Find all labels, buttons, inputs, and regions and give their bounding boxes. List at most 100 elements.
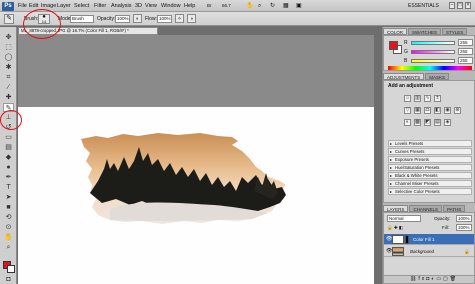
quick-mask-icon[interactable]: ◘ [3, 275, 14, 284]
preset-selective-color[interactable]: Selective Color Presets [388, 188, 472, 195]
color-balance-icon[interactable]: ⚖ [424, 107, 431, 114]
blur-icon[interactable]: ◆ [3, 153, 14, 162]
menu-select[interactable]: Select [74, 2, 89, 10]
marquee-icon[interactable]: ⬚ [3, 43, 14, 52]
path-selection-icon[interactable]: ➤ [3, 193, 14, 202]
tab-channels[interactable]: CHANNELS [409, 205, 442, 212]
levels-icon[interactable]: ▥ [414, 95, 421, 102]
hand-icon[interactable]: ✋ [3, 233, 14, 242]
minimize-button[interactable]: – [449, 2, 455, 9]
layer-row[interactable]: 👁 Background 🔒 [384, 246, 474, 257]
move-icon[interactable]: ✥ [3, 33, 14, 42]
trash-icon[interactable]: 🗑 [450, 276, 458, 282]
tab-styles[interactable]: STYLES [442, 28, 468, 35]
quick-selection-icon[interactable]: ✱ [3, 63, 14, 72]
new-layer-icon[interactable]: ▢ [443, 276, 450, 282]
crop-icon[interactable]: ⌗ [3, 73, 14, 82]
exposure-icon[interactable]: ± [434, 95, 441, 102]
arrange-documents-icon[interactable]: ▦ [283, 2, 289, 10]
eyedropper-icon[interactable]: ⁄ [3, 83, 14, 92]
red-value[interactable]: 255 [458, 39, 473, 46]
blue-value[interactable]: 255 [458, 57, 473, 64]
dodge-icon[interactable]: ● [3, 163, 14, 172]
gradient-map-icon[interactable]: ▤ [434, 119, 441, 126]
brightness-contrast-icon[interactable]: ☼ [404, 95, 411, 102]
menu-view[interactable]: View [145, 2, 157, 10]
rotate-view-icon[interactable]: ↻ [270, 2, 275, 10]
layer-fill-field[interactable]: 100% [456, 224, 472, 231]
selective-color-icon[interactable]: ◈ [444, 119, 451, 126]
background-color-swatch[interactable] [7, 265, 15, 273]
pen-pressure-size-icon[interactable]: ◑ [187, 14, 196, 23]
black-white-icon[interactable]: ◧ [434, 107, 441, 114]
menu-layer[interactable]: Layer [57, 2, 71, 10]
eye-icon[interactable]: 👁 [386, 237, 392, 242]
shape-icon[interactable]: ■ [3, 203, 14, 212]
document-canvas[interactable] [18, 107, 374, 284]
3d-orbit-icon[interactable]: ⊙ [3, 223, 14, 232]
workspace-switcher[interactable]: ESSENTIALS [408, 2, 439, 10]
airbrush-icon[interactable]: ✧ [175, 14, 184, 23]
blue-slider[interactable] [411, 59, 455, 63]
menu-file[interactable]: File [18, 2, 27, 10]
close-button[interactable]: × [465, 2, 471, 9]
adjustments-panel: Add an adjustment ☼ ▥ ∿ ± ▽ ▦ ⚖ ◧ ◉ ⊛ ◐ … [383, 80, 475, 203]
photo-filter-icon[interactable]: ◉ [444, 107, 451, 114]
menu-help[interactable]: Help [184, 2, 195, 10]
green-slider[interactable] [411, 50, 455, 54]
tab-paths[interactable]: PATHS [442, 205, 466, 212]
brush-tool-icon[interactable]: ✎ [4, 14, 14, 24]
hand-icon[interactable]: ✋ [246, 2, 253, 10]
pen-pressure-opacity-icon[interactable]: ◐ [133, 14, 142, 23]
preset-exposure[interactable]: Exposure Presets [388, 156, 472, 163]
lasso-icon[interactable]: ◯ [3, 53, 14, 62]
preset-curves[interactable]: Curves Presets [388, 148, 472, 155]
maximize-button[interactable]: □ [457, 2, 463, 9]
color-ramp[interactable] [388, 66, 472, 70]
preset-channel-mixer[interactable]: Channel Mixer Presets [388, 180, 472, 187]
lock-icons[interactable]: 🔒 ✚ ◧ [387, 225, 403, 231]
tab-swatches[interactable]: SWATCHES [408, 28, 442, 35]
curves-icon[interactable]: ∿ [424, 95, 431, 102]
eraser-icon[interactable]: ▭ [3, 133, 14, 142]
invert-icon[interactable]: ◐ [404, 119, 411, 126]
tab-masks[interactable]: MASKS [425, 73, 450, 80]
pen-icon[interactable]: ✒ [3, 173, 14, 182]
zoom-icon[interactable]: ⌕ [3, 243, 14, 252]
layer-opacity-field[interactable]: 100% [456, 215, 472, 222]
tab-layers[interactable]: LAYERS [383, 205, 409, 212]
tab-color[interactable]: COLOR [383, 28, 408, 35]
type-icon[interactable]: T [3, 183, 14, 192]
preset-hue-saturation[interactable]: Hue/Saturation Presets [388, 164, 472, 171]
preset-levels[interactable]: Levels Presets [388, 140, 472, 147]
vibrance-icon[interactable]: ▽ [404, 107, 411, 114]
gradient-icon[interactable]: ▤ [3, 143, 14, 152]
layer-thumbnail [392, 235, 404, 244]
menu-3d[interactable]: 3D [135, 2, 142, 10]
menu-filter[interactable]: Filter [94, 2, 106, 10]
layer-row[interactable]: 👁 Color Fill 1 [384, 234, 474, 245]
hue-saturation-icon[interactable]: ▦ [414, 107, 421, 114]
mode-dropdown[interactable]: Brush [70, 15, 94, 23]
preset-black-white[interactable]: Black & White Presets [388, 172, 472, 179]
healing-brush-icon[interactable]: ✚ [3, 93, 14, 102]
eye-icon[interactable]: 👁 [386, 249, 392, 254]
bridge-button[interactable]: Br [207, 2, 212, 10]
posterize-icon[interactable]: ▩ [414, 119, 421, 126]
tab-adjustments[interactable]: ADJUSTMENTS [383, 73, 425, 80]
menu-window[interactable]: Window [161, 2, 181, 10]
green-value[interactable]: 255 [458, 48, 473, 55]
blend-mode-dropdown[interactable]: Normal [387, 215, 421, 222]
3d-rotate-icon[interactable]: ⟲ [3, 213, 14, 222]
opacity-field[interactable]: 100% [115, 15, 130, 23]
zoom-icon[interactable]: ⌕ [258, 2, 261, 10]
screen-mode-icon[interactable]: ▣ [296, 2, 302, 10]
foreground-color-chip[interactable] [389, 41, 398, 50]
menu-analysis[interactable]: Analysis [111, 2, 131, 10]
channel-mixer-icon[interactable]: ⊛ [454, 107, 461, 114]
zoom-readout[interactable]: 66.7 [222, 2, 231, 10]
layer-mask-thumbnail [405, 235, 409, 244]
threshold-icon[interactable]: ◩ [424, 119, 431, 126]
red-slider[interactable] [411, 41, 455, 45]
flow-field[interactable]: 100% [157, 15, 172, 23]
